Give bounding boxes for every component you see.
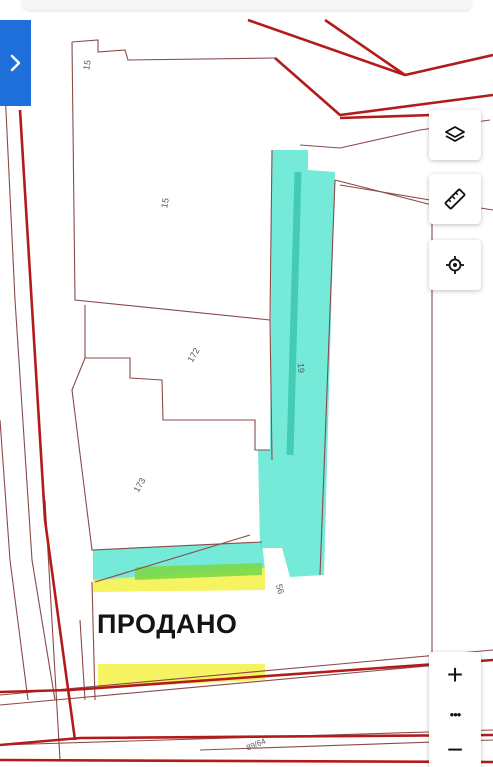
layers-icon bbox=[445, 126, 465, 142]
panel-toggle-button[interactable] bbox=[0, 20, 31, 106]
chevron-right-icon bbox=[0, 20, 31, 106]
sold-annotation: ПРОДАНО bbox=[97, 609, 238, 639]
zoom-controls: + ••• − bbox=[429, 652, 481, 767]
ruler-button[interactable] bbox=[429, 174, 481, 224]
ruler-icon bbox=[444, 188, 466, 210]
parcel-label: 15 bbox=[159, 197, 171, 209]
yellow-strip-bottom bbox=[98, 664, 265, 688]
zoom-in-button[interactable]: + bbox=[429, 652, 481, 698]
more-button[interactable]: ••• bbox=[429, 698, 481, 730]
locate-button[interactable] bbox=[429, 240, 481, 290]
parcel-label: 15 bbox=[81, 59, 93, 71]
layers-button[interactable] bbox=[429, 110, 481, 160]
parcel-lines bbox=[0, 39, 493, 761]
zoom-out-button[interactable]: − bbox=[429, 732, 481, 767]
crosshair-icon bbox=[446, 256, 464, 274]
cadastral-map[interactable] bbox=[0, 0, 493, 767]
parcel-label: 19 bbox=[295, 362, 307, 374]
red-boundaries bbox=[0, 18, 493, 764]
top-search-bar[interactable] bbox=[22, 0, 472, 10]
